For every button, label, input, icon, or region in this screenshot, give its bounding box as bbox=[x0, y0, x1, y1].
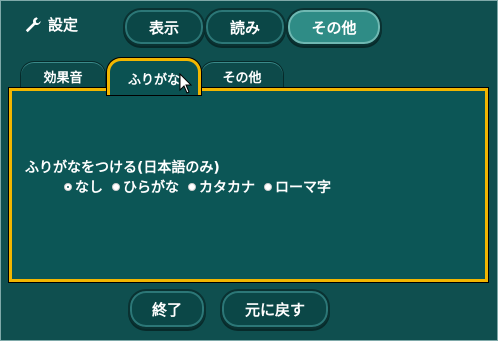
settings-title-text: 設定 bbox=[48, 16, 79, 34]
settings-title: 設定 bbox=[24, 14, 78, 35]
furigana-options: なし ひらがな カタカナ ローマ字 bbox=[64, 177, 331, 197]
option-hiragana-label: ひらがな bbox=[123, 180, 179, 196]
radio-katakana[interactable] bbox=[188, 183, 196, 191]
wrench-icon bbox=[25, 16, 41, 32]
option-hiragana[interactable]: ひらがな bbox=[112, 177, 179, 197]
furigana-panel: ふりがなをつける(日本語のみ) なし ひらがな カタカナ ローマ字 bbox=[9, 88, 488, 282]
option-none[interactable]: なし bbox=[64, 177, 103, 197]
reading-button[interactable]: 読み bbox=[204, 8, 286, 46]
option-none-label: なし bbox=[75, 180, 103, 196]
furigana-setting-label: ふりがなをつける(日本語のみ) bbox=[25, 160, 220, 176]
mouse-cursor-icon bbox=[179, 73, 193, 94]
radio-none[interactable] bbox=[64, 183, 72, 191]
option-katakana[interactable]: カタカナ bbox=[188, 177, 255, 197]
option-katakana-label: カタカナ bbox=[199, 180, 255, 196]
option-romaji[interactable]: ローマ字 bbox=[264, 177, 331, 197]
finish-button[interactable]: 終了 bbox=[128, 289, 206, 329]
option-romaji-label: ローマ字 bbox=[275, 180, 331, 196]
reset-button[interactable]: 元に戻す bbox=[220, 289, 330, 329]
tab-sound-effects[interactable]: 効果音 bbox=[20, 61, 106, 90]
radio-romaji[interactable] bbox=[264, 183, 272, 191]
display-button[interactable]: 表示 bbox=[123, 8, 205, 46]
radio-hiragana[interactable] bbox=[112, 183, 120, 191]
tab-other[interactable]: その他 bbox=[200, 61, 284, 90]
other-button[interactable]: その他 bbox=[286, 8, 382, 46]
